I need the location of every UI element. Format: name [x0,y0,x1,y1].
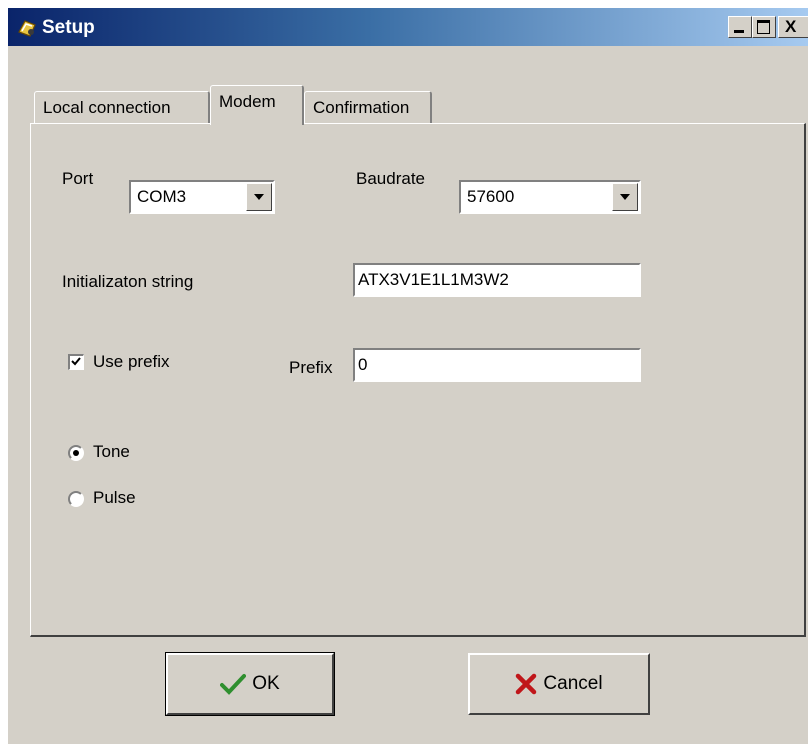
ok-label: OK [252,673,280,695]
chevron-down-icon[interactable] [246,183,272,211]
baudrate-value: 57600 [467,187,515,206]
tab-confirmation[interactable]: Confirmation [304,91,432,123]
port-select[interactable]: COM3 [129,180,275,214]
title-bar[interactable]: Setup X [8,8,808,46]
modem-panel: Port COM3 Baudrate 57600 Initializaton s… [30,123,806,637]
tab-modem[interactable]: Modem [210,85,304,125]
maximize-button[interactable] [752,16,776,38]
prefix-input[interactable] [355,350,639,380]
port-label: Port [62,169,94,188]
port-value: COM3 [137,187,187,206]
app-icon [16,17,38,39]
cancel-label: Cancel [543,673,603,695]
tone-radio[interactable] [68,445,84,461]
prefix-label: Prefix [289,358,333,377]
minimize-button[interactable] [728,16,752,38]
tone-label: Tone [93,442,130,461]
tab-label: Local connection [43,98,171,117]
tab-label: Confirmation [313,98,410,117]
baudrate-select[interactable]: 57600 [459,180,641,214]
tab-label: Modem [219,92,276,111]
ok-button[interactable]: OK [165,652,335,716]
use-prefix-label: Use prefix [93,352,170,371]
chevron-down-icon[interactable] [612,183,638,211]
close-icon: X [785,17,797,36]
tab-local-connection[interactable]: Local connection [34,91,210,123]
init-string-input[interactable] [355,265,639,295]
prefix-field[interactable] [353,348,641,382]
x-icon [516,673,537,695]
init-string-field[interactable] [353,263,641,297]
cancel-button[interactable]: Cancel [468,653,650,715]
close-button[interactable]: X [778,16,808,38]
init-string-label: Initializaton string [62,272,194,291]
checkmark-icon [220,674,247,695]
setup-window: Setup X Local connection Modem Confirmat… [8,8,808,744]
window-title: Setup [42,17,95,38]
check-icon [71,357,81,366]
pulse-label: Pulse [93,488,136,507]
baudrate-label: Baudrate [356,169,425,188]
pulse-radio[interactable] [68,491,84,507]
use-prefix-checkbox[interactable] [68,354,84,370]
